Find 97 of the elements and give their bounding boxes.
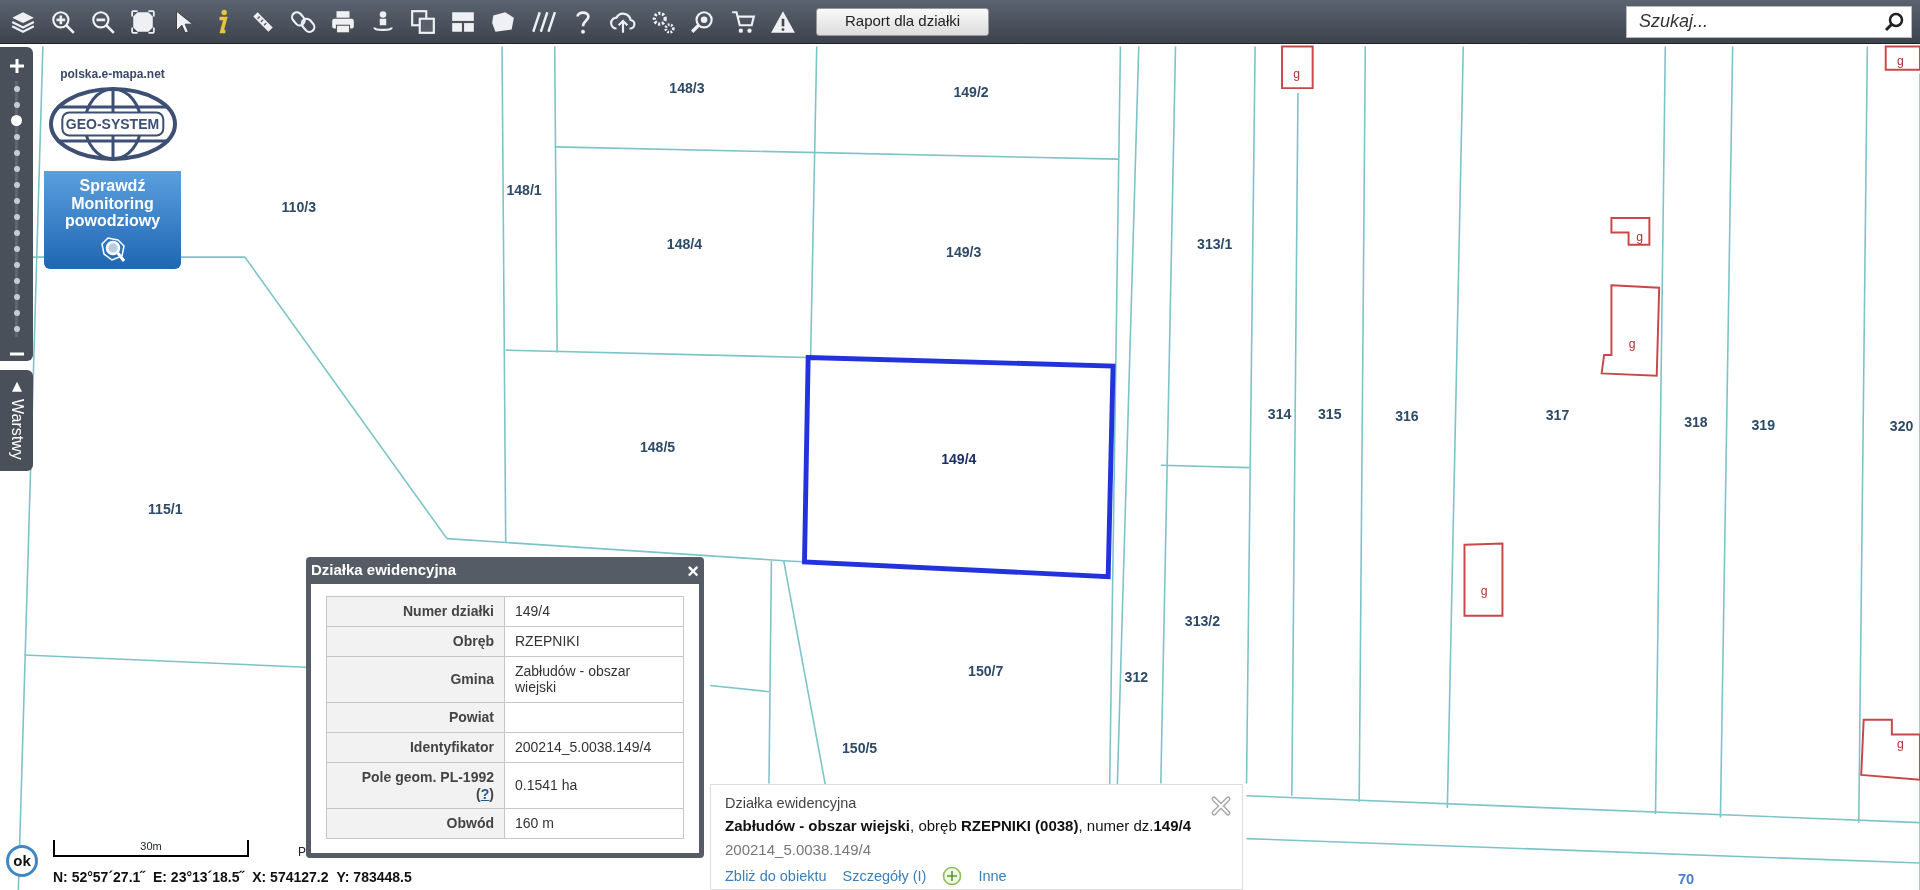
parcel-number: 316 [1395,408,1419,425]
building-label: g [1897,53,1904,68]
info-link[interactable]: Inne [978,865,1007,888]
field-value: 0.1541 ha [504,762,684,809]
field-value: 200214_5.0038.149/4 [504,732,684,763]
parcel-number: 320 [1889,417,1914,434]
parcel-number: 315 [1318,405,1342,422]
building-label: g [1897,737,1904,751]
building-label: g [1628,336,1636,351]
info-title: Działka ewidencyjna [725,794,857,813]
parcel-number: 148/3 [669,80,705,97]
field-label: Pole geom. PL-1992 [361,768,494,785]
parcel-number: 313/1 [1197,235,1233,252]
info-link[interactable]: Szczegóły (I) [842,865,927,888]
field-value: RZEPNIKI [504,626,684,657]
parcel-number: 149/2 [953,83,989,100]
parcel-number: 150/7 [968,662,1004,679]
zoom-slider-thumb[interactable] [11,115,22,127]
zoom-level-dot [13,262,20,268]
zoom-level-dot [13,214,20,220]
parcel-identifier: 200214_5.0038.149/4 [725,839,871,860]
field-value: 149/4 [504,596,684,627]
zoom-level-dot [13,134,20,140]
zoom-level-dot [13,246,20,252]
plus-icon [8,57,25,74]
overlap-squares-icon [410,8,436,35]
popup-title: Działka ewidencyjna [311,560,457,581]
plus-circle-icon [942,866,963,887]
zoom-level-dot [13,86,20,92]
zoom-level-dot [13,326,20,332]
minus-icon [8,351,25,356]
parcel-number: 148/4 [666,235,703,252]
triangle-icon [10,381,23,394]
help-link-wrapper: (?) [476,785,494,802]
coordinate-readout: E: 23°13´18.5˝ [153,868,245,887]
zoom-level-dot [13,102,20,108]
zoom-level-dot [13,278,20,284]
building-outline [1281,45,1314,90]
parcel-number: 317 [1545,406,1570,423]
field-label: Powiat [326,702,505,733]
building-label: g [1293,67,1301,82]
site-address: polska.e-mapa.net [60,66,165,83]
parcel-number: 148/1 [506,181,542,198]
coordinate-readout: Y: 783448.5 [336,868,412,887]
close-button[interactable]: × [687,560,699,581]
parcel-number: 148/5 [639,438,676,455]
info-link[interactable]: Zbliż do obiektu [725,865,827,888]
field-label: Obręb [326,626,505,657]
field-label: Obwód [326,808,505,839]
parcel-summary: Zabłudów - obszar wiejski, obręb RZEPNIKI (0038), numer dz.149/4 [725,816,1193,836]
parcel-number: 314 [1267,405,1292,422]
parcel-number: 150/5 [841,739,878,756]
cart-icon [730,8,756,35]
zoom-level-dot [13,230,20,236]
building-label: g [1480,583,1488,598]
field-label: Identyfikator [326,732,505,763]
search-globe-icon [690,8,716,35]
parcel-number: 318 [1684,414,1708,431]
info-icon [217,8,229,35]
layers-tab[interactable]: Warstwy [0,370,33,471]
building-outline [1884,45,1920,71]
report-button[interactable]: Raport dla działki [816,7,990,36]
field-label: Gmina [326,656,505,703]
scale-bar: 30m [53,840,249,857]
coordinate-readout: X: 574127.2 [252,868,329,887]
zoom-out-icon [90,8,116,35]
full-extent-icon [130,8,156,35]
printer-icon [330,8,356,35]
zoom-level-dot [13,198,20,204]
parcel-number: 149/4 [941,451,977,467]
zoom-level-dot [13,310,20,316]
flood-monitoring-button[interactable]: Sprawdź Monitoring powodziowy [44,171,181,269]
building-outline [1610,216,1651,246]
field-value: 160 m [504,808,684,839]
field-value: Zabłudów - obszar wiejski [504,656,684,703]
building-outline [1860,718,1920,781]
zoom-level-dot [13,166,20,172]
zoom-level-dot [13,294,20,300]
zoom-level-dot [13,182,20,188]
zoom-in-icon [50,8,76,35]
zoom-level-dot [13,150,20,156]
parcel-number: 312 [1124,668,1149,685]
ok-button[interactable]: ok [6,845,38,877]
coordinate-readout: N: 52°57´27.1˝ [53,868,145,887]
close-icon [1210,794,1232,817]
parcel-number: 313/2 [1184,612,1221,629]
parcel-number: 319 [1751,416,1775,433]
map-text-fragment: P [298,844,306,861]
parcel-number: 110/3 [281,198,316,215]
road-number: 70 [1677,870,1695,887]
field-label: Numer działki [326,596,505,627]
parcel-number: 115/1 [148,501,183,518]
logo-brand: GEO-SYSTEM [60,111,165,137]
globe-icon [48,87,177,161]
parcel-number: 149/3 [946,244,982,261]
building-label: g [1636,230,1643,245]
link-icon [290,8,316,35]
